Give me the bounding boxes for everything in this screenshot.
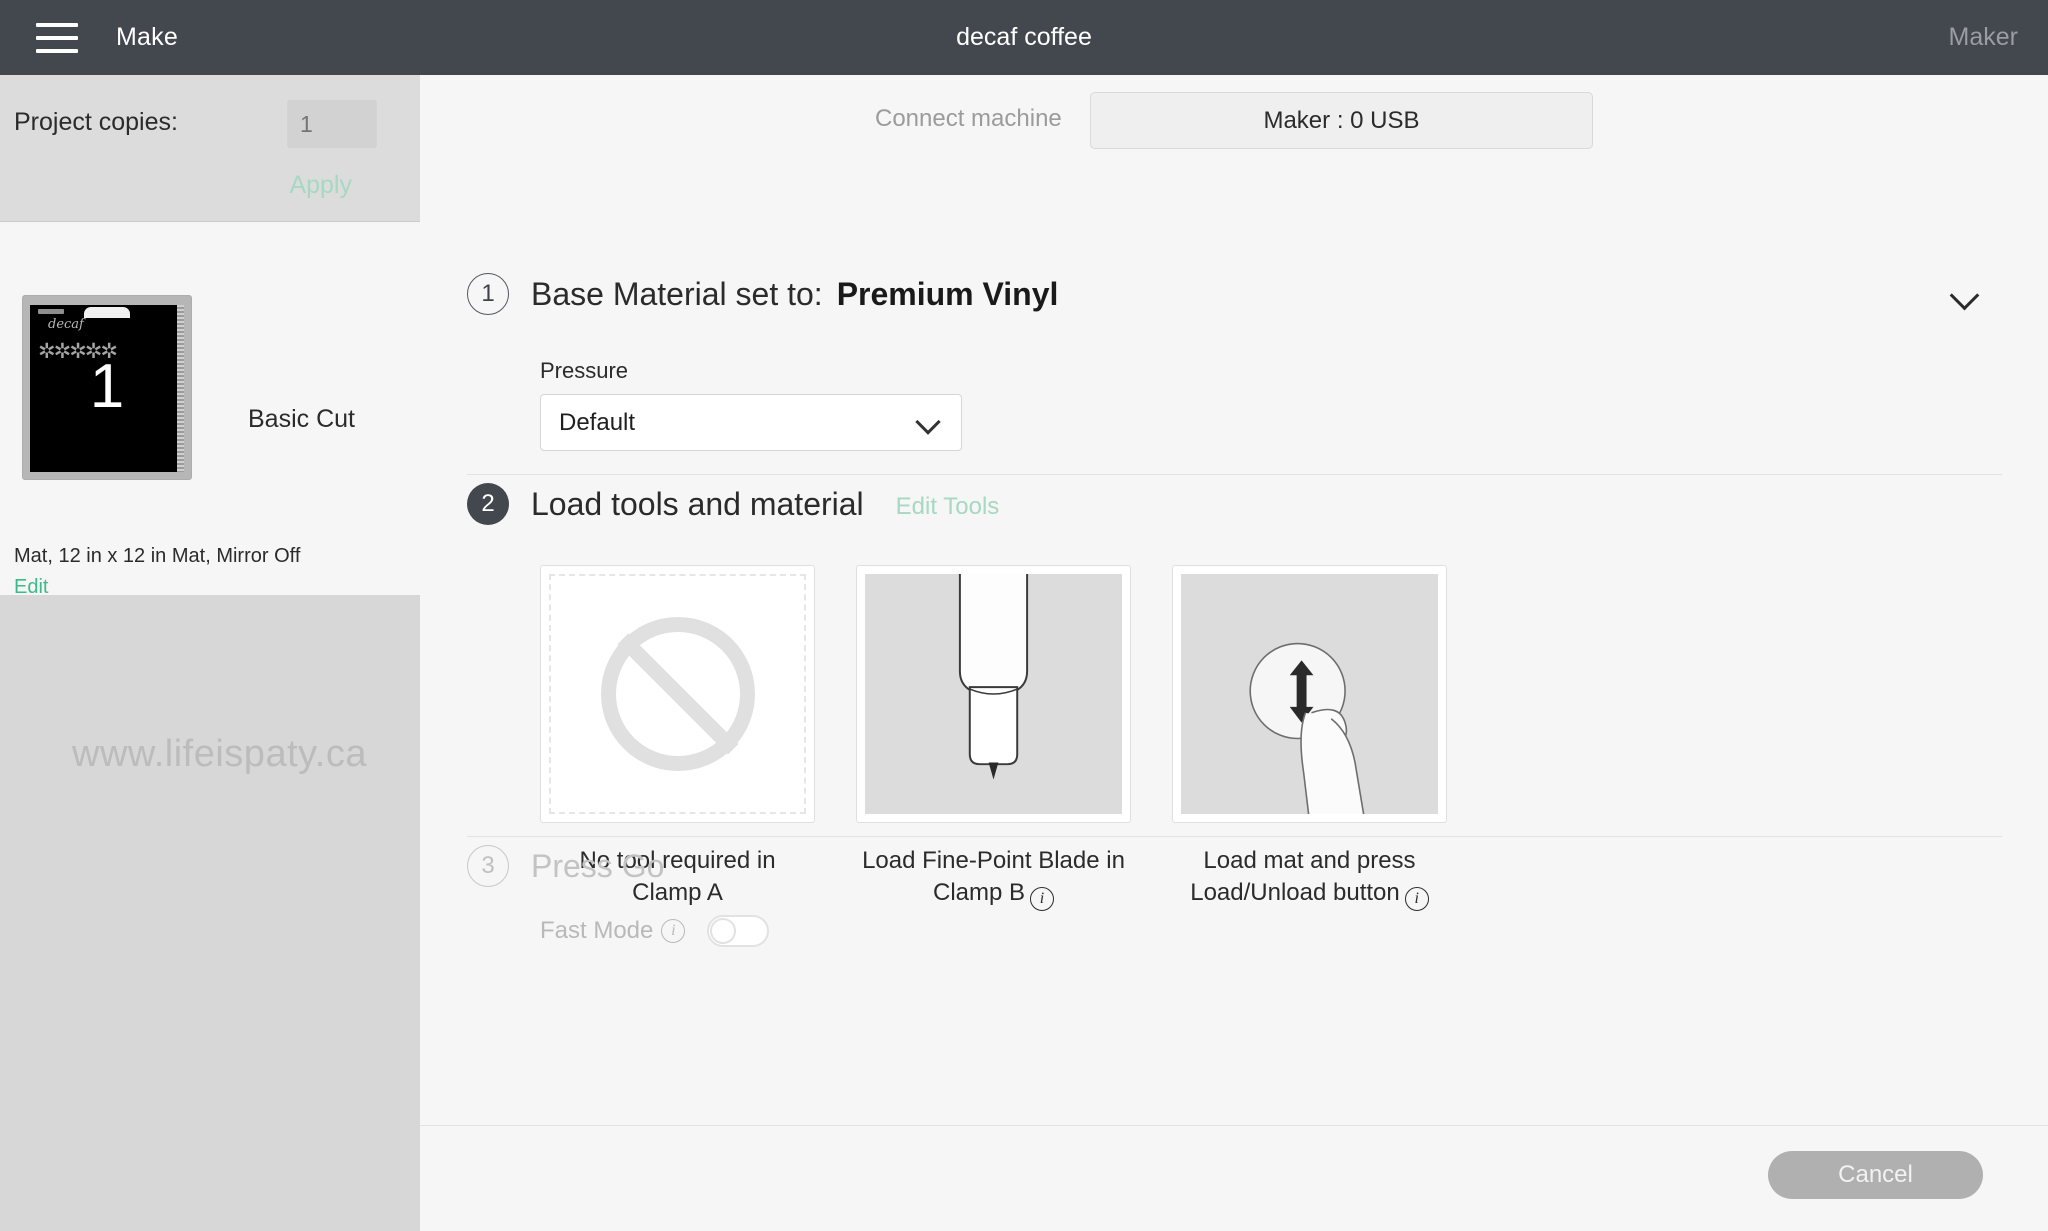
mat-design-script: decaf (48, 317, 84, 332)
pressure-value: Default (559, 408, 636, 436)
machine-select-button[interactable]: Maker : 0 USB (1090, 92, 1593, 149)
project-copies-stepper[interactable] (287, 100, 615, 148)
step-1-title: Base Material set to: (531, 275, 823, 312)
make-screen: Make decaf coffee Maker Project copies: … (0, 0, 2048, 1231)
blade-illustration (865, 574, 1122, 814)
fast-mode-label: Fast Mode (540, 917, 654, 944)
step-3-section: 3 Press Go Fast Mode i (467, 837, 2002, 1017)
mat-preview-row: decaf ✲✲✲✲✲ 1 (0, 222, 420, 480)
step-1-section: 1 Base Material set to: Premium Vinyl Pr… (467, 265, 2002, 475)
pressure-select[interactable]: Default (540, 394, 962, 451)
fine-point-blade-icon (856, 565, 1131, 823)
mat-canvas: decaf ✲✲✲✲✲ 1 (30, 305, 184, 472)
pressure-control: Pressure Default (540, 358, 962, 451)
step-3-header: 3 Press Go (467, 837, 2002, 895)
step-1-number: 1 (467, 273, 509, 315)
step-1-header: 1 Base Material set to: Premium Vinyl (467, 265, 2002, 323)
edit-tools-button[interactable]: Edit Tools (896, 487, 1000, 521)
apply-button[interactable]: Apply (289, 171, 352, 200)
no-tool-icon (540, 565, 815, 823)
mat-description: Mat, 12 in x 12 in Mat, Mirror Off (14, 545, 301, 567)
step-3-number: 3 (467, 845, 509, 887)
cut-type-label: Basic Cut (248, 405, 355, 433)
project-copies-label: Project copies: (14, 108, 178, 136)
cancel-button[interactable]: Cancel (1768, 1151, 1983, 1199)
step-2-title: Load tools and material (531, 485, 864, 522)
edit-mat-button[interactable]: Edit (14, 576, 48, 599)
step-2-number: 2 (467, 483, 509, 525)
hand-illustration (1181, 574, 1438, 814)
main-panel: Connect machine Maker : 0 USB 1 Base Mat… (420, 75, 2048, 1231)
footer-bar: Cancel (420, 1125, 2048, 1231)
base-material-value: Premium Vinyl (836, 275, 1059, 312)
fast-mode-toggle[interactable] (707, 915, 770, 947)
mat-thumbnail[interactable]: decaf ✲✲✲✲✲ 1 (22, 295, 192, 480)
step-2-section: 2 Load tools and material Edit Tools No … (467, 475, 2002, 912)
mat-grip (38, 309, 64, 314)
mat-number: 1 (89, 352, 125, 421)
project-title: decaf coffee (956, 23, 1092, 51)
fast-mode-row: Fast Mode i (540, 915, 770, 947)
left-sidebar: Project copies: Apply decaf ✲✲✲✲✲ 1 (0, 75, 615, 1231)
project-copies-panel: Project copies: Apply (0, 75, 615, 222)
page-title: Make (116, 23, 178, 51)
hamburger-icon[interactable] (36, 22, 78, 53)
pressure-label: Pressure (540, 358, 629, 383)
chevron-down-icon[interactable] (1948, 277, 1982, 311)
connect-machine-label: Connect machine (875, 105, 1062, 132)
step-3-title: Press Go (531, 847, 665, 884)
mat-tab (84, 307, 130, 318)
hand-press-svg (1249, 642, 1365, 814)
blade-svg (958, 574, 1029, 780)
info-icon[interactable]: i (661, 919, 686, 943)
toggle-knob (710, 918, 737, 944)
step-2-header: 2 Load tools and material Edit Tools (467, 475, 2002, 533)
mat-ruler (177, 305, 184, 472)
machine-name-label: Maker (1948, 23, 2018, 51)
sidebar-lower-panel (0, 595, 420, 1231)
load-mat-press-button-icon (1172, 565, 1447, 823)
watermark-text: www.lifeispaty.ca (72, 733, 368, 775)
chevron-down-icon (919, 413, 939, 433)
top-bar: Make decaf coffee Maker (0, 0, 2048, 75)
